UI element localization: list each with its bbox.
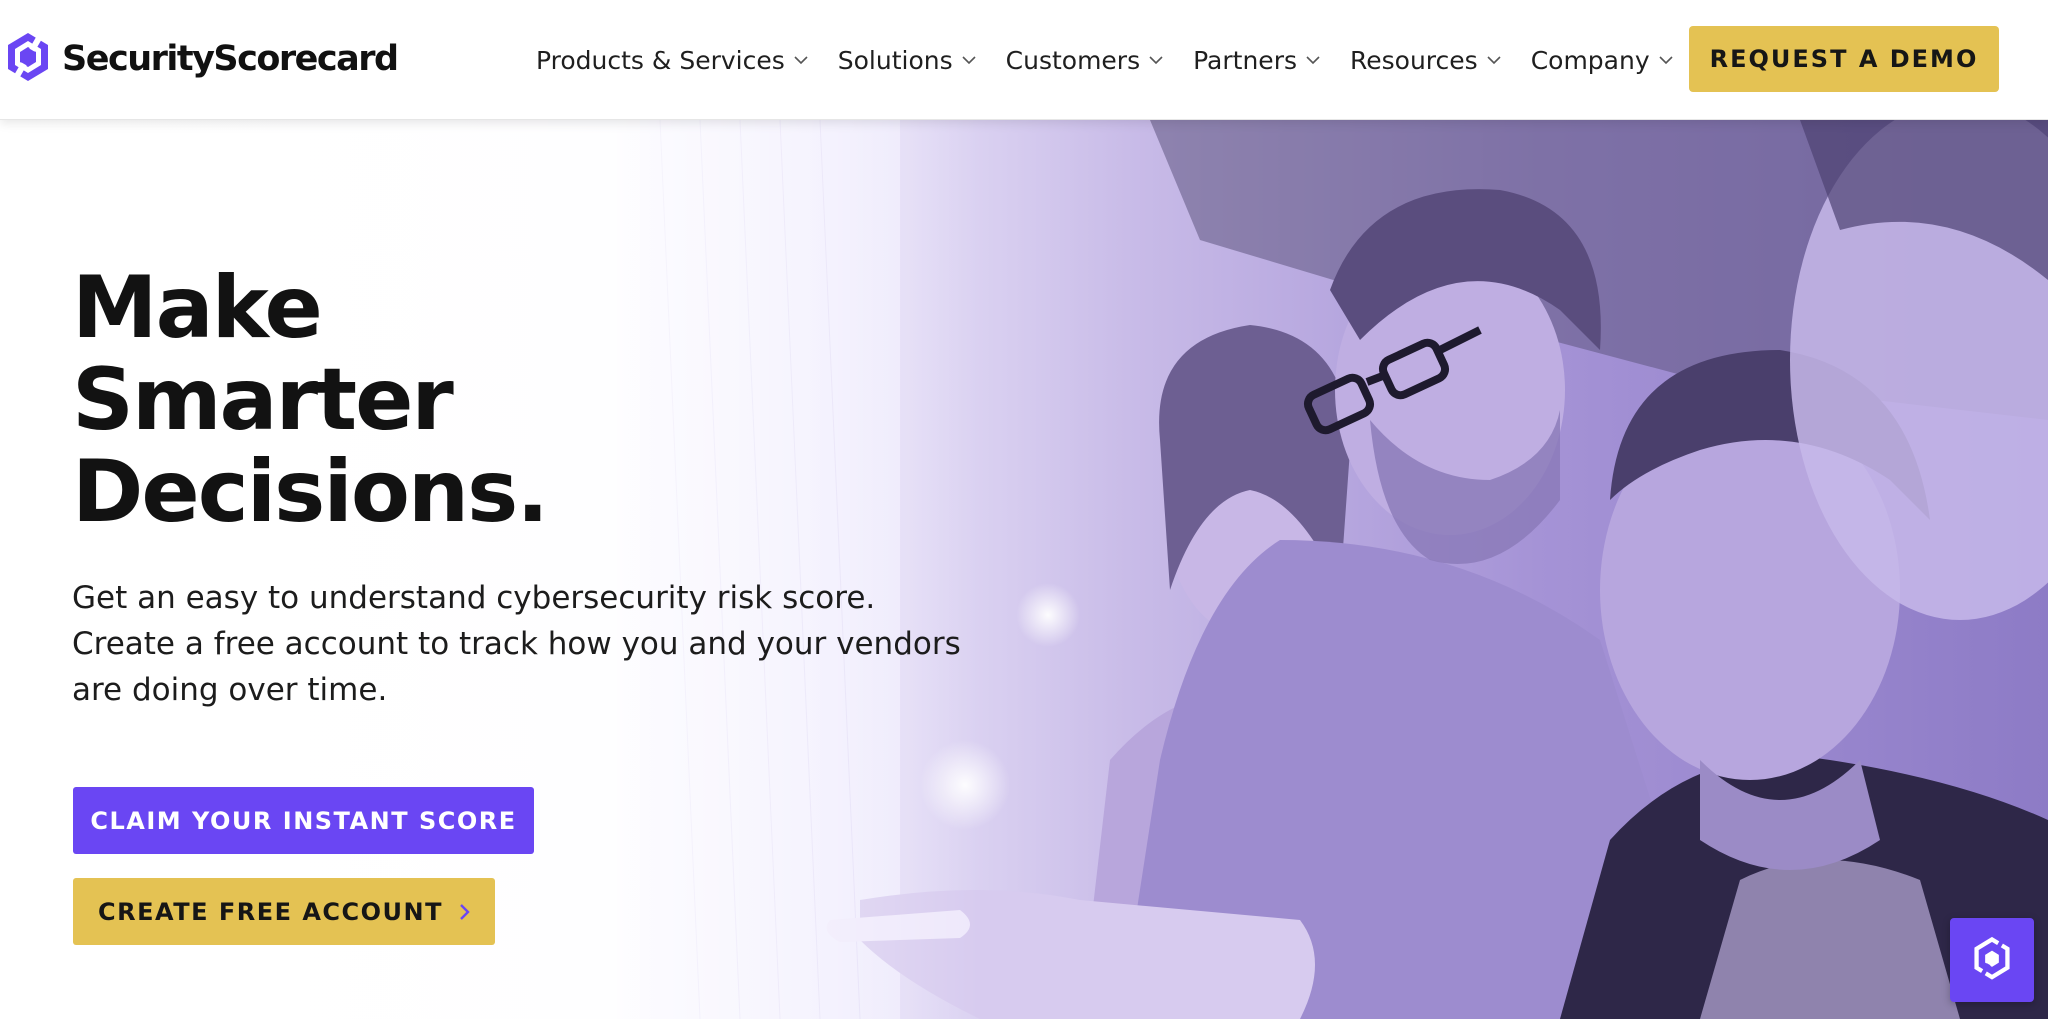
headline-line-1: Make (72, 258, 323, 358)
request-demo-button[interactable]: REQUEST A DEMO (1689, 26, 1999, 92)
chevron-down-icon (794, 55, 808, 64)
site-header: SecurityScorecard Products & Services So… (0, 0, 2048, 120)
chevron-down-icon (962, 55, 976, 64)
subtext-line-1: Get an easy to understand cybersecurity … (72, 580, 876, 616)
chevron-down-icon (1487, 55, 1501, 64)
subtext-line-3: are doing over time. (72, 672, 388, 708)
claim-instant-score-button[interactable]: CLAIM YOUR INSTANT SCORE (73, 787, 534, 854)
nav-item-resources[interactable]: Resources (1350, 46, 1501, 75)
nav-item-label: Products & Services (536, 45, 785, 75)
chevron-down-icon (1149, 55, 1163, 64)
hero-headline: Make Smarter Decisions. (72, 262, 692, 538)
create-free-account-button[interactable]: CREATE FREE ACCOUNT (73, 878, 495, 945)
logo-link[interactable]: SecurityScorecard (2, 30, 399, 88)
nav-item-customers[interactable]: Customers (1006, 46, 1163, 75)
nav-item-products-services[interactable]: Products & Services (536, 46, 808, 75)
securityscorecard-logo-icon (8, 32, 48, 82)
logo-text: SecurityScorecard (62, 39, 399, 79)
chevron-down-icon (1659, 55, 1673, 64)
headline-line-3: Decisions. (72, 442, 549, 542)
create-free-account-label: CREATE FREE ACCOUNT (98, 897, 443, 926)
headline-line-2: Smarter (72, 350, 454, 450)
nav-item-label: Partners (1193, 45, 1297, 75)
hero-subtext: Get an easy to understand cybersecurity … (72, 575, 961, 713)
nav-item-label: Customers (1005, 45, 1141, 75)
main-nav: Products & Services Solutions Customers … (536, 38, 1673, 82)
hero-section: Make Smarter Decisions. Get an easy to u… (0, 120, 2048, 1019)
chevron-right-icon (460, 903, 470, 920)
nav-item-label: Resources (1350, 45, 1478, 75)
nav-item-solutions[interactable]: Solutions (838, 46, 976, 75)
chat-widget-button[interactable] (1950, 918, 2034, 1002)
securityscorecard-chat-icon (1974, 936, 2010, 980)
chevron-down-icon (1306, 55, 1320, 64)
nav-item-company[interactable]: Company (1531, 46, 1673, 75)
subtext-line-2: Create a free account to track how you a… (72, 626, 961, 662)
nav-item-partners[interactable]: Partners (1193, 46, 1320, 75)
nav-item-label: Solutions (837, 45, 953, 75)
nav-item-label: Company (1530, 45, 1650, 75)
